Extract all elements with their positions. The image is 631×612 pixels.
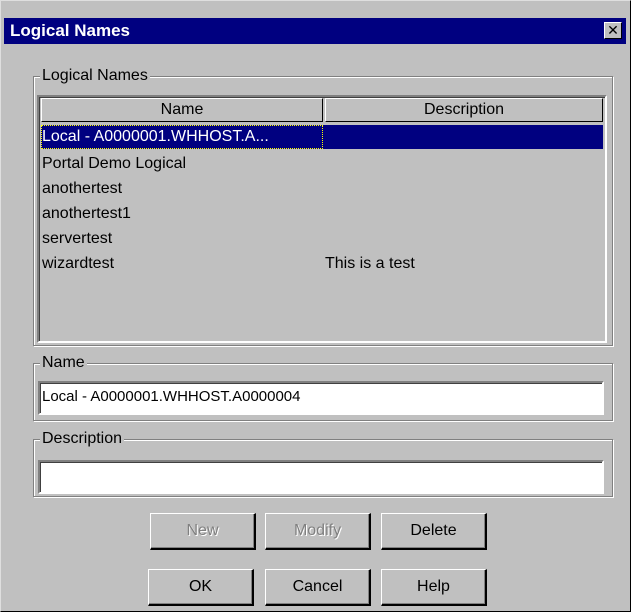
window-title: Logical Names: [10, 21, 130, 40]
list-row[interactable]: Portal Demo Logical: [41, 152, 603, 176]
logical-names-dialog: Logical Names ✕ Logical Names Name Descr…: [0, 0, 631, 612]
list-row[interactable]: anothertest: [41, 177, 603, 201]
ok-button[interactable]: OK: [148, 569, 254, 606]
column-header-description[interactable]: Description: [325, 98, 603, 122]
logical-names-list[interactable]: Name Description Local - A0000001.WHHOST…: [37, 95, 607, 343]
description-group-label: Description: [40, 429, 125, 449]
list-row[interactable]: wizardtest This is a test: [41, 252, 603, 276]
name-group-label: Name: [40, 353, 87, 373]
row-name: servertest: [42, 230, 113, 247]
delete-button[interactable]: Delete: [381, 513, 487, 550]
row-name: anothertest: [42, 180, 123, 197]
name-input[interactable]: Local - A0000001.WHHOST.A0000004: [38, 381, 604, 415]
list-row[interactable]: anothertest1: [41, 202, 603, 226]
new-button[interactable]: New: [150, 513, 256, 550]
row-name: anothertest1: [42, 205, 131, 222]
modify-button[interactable]: Modify: [265, 513, 371, 550]
list-row[interactable]: servertest: [41, 227, 603, 251]
help-button[interactable]: Help: [381, 569, 487, 606]
close-button[interactable]: ✕: [604, 22, 622, 39]
title-bar[interactable]: Logical Names ✕: [4, 18, 626, 44]
row-name: Portal Demo Logical: [42, 155, 187, 172]
row-name: Local - A0000001.WHHOST.A...: [41, 125, 323, 149]
description-input[interactable]: [38, 460, 604, 494]
list-row[interactable]: Local - A0000001.WHHOST.A...: [41, 125, 603, 149]
column-header-name[interactable]: Name: [41, 98, 323, 122]
row-description: This is a test: [325, 255, 415, 272]
row-name: wizardtest: [42, 255, 115, 272]
close-icon: ✕: [607, 22, 619, 38]
logical-names-group-label: Logical Names: [40, 66, 150, 86]
cancel-button[interactable]: Cancel: [265, 569, 371, 606]
